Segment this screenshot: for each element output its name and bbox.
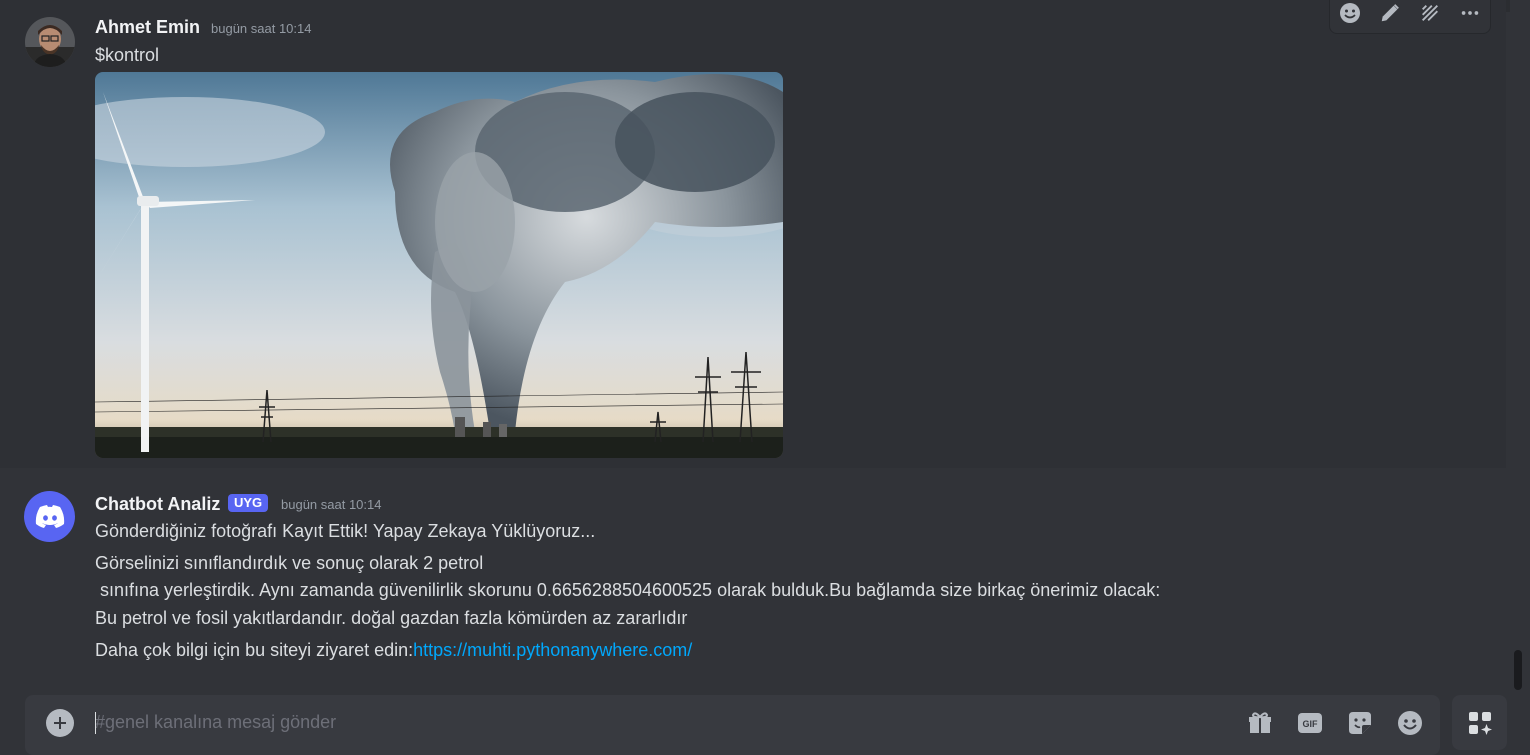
sticker-icon[interactable] [1345, 708, 1375, 738]
discord-logo-icon [35, 504, 64, 528]
link-prefix: Daha çok bilgi için bu siteyi ziyaret ed… [95, 640, 414, 660]
apps-icon[interactable] [1452, 695, 1507, 750]
svg-text:GIF: GIF [1303, 719, 1319, 729]
more-icon[interactable] [1455, 0, 1485, 28]
image-attachment[interactable] [95, 72, 783, 458]
gif-icon[interactable]: GIF [1295, 708, 1325, 738]
message-text-line: sınıfına yerleştirdik. Aynı zamanda güve… [95, 580, 1161, 600]
add-reaction-icon[interactable] [1335, 0, 1365, 28]
message-hover-toolbar [1329, 0, 1491, 34]
scrollbar-track[interactable] [1514, 0, 1526, 690]
thread-icon[interactable] [1415, 0, 1445, 28]
website-link[interactable]: https://muhti.pythonanywhere.com/ [413, 640, 692, 660]
add-icon[interactable] [46, 709, 74, 737]
avatar-chatbot-analiz[interactable] [24, 491, 75, 542]
message-text-line: Gönderdiğiniz fotoğrafı Kayıt Ettik! Yap… [95, 521, 596, 541]
gift-icon[interactable] [1245, 708, 1275, 738]
message-text-line: Daha çok bilgi için bu siteyi ziyaret ed… [95, 640, 692, 661]
emoji-icon[interactable] [1395, 708, 1425, 738]
username-chatbot-analiz[interactable]: Chatbot Analiz [95, 494, 220, 515]
edit-icon[interactable] [1375, 0, 1405, 28]
message-text-line: Görselinizi sınıflandırdık ve sonuç olar… [95, 553, 484, 573]
message-timestamp: bugün saat 10:14 [211, 21, 312, 36]
app-badge: UYG [228, 494, 269, 512]
avatar-ahmet-emin[interactable] [25, 17, 75, 67]
message-text: $kontrol [95, 45, 160, 65]
message-input[interactable] [95, 708, 1215, 736]
message-timestamp: bugün saat 10:14 [281, 497, 382, 512]
message-text-line: Bu petrol ve fosil yakıtlardandır. doğal… [95, 608, 688, 628]
text-caret [95, 712, 96, 734]
username-ahmet-emin[interactable]: Ahmet Emin [95, 17, 200, 38]
scrollbar-thumb[interactable] [1514, 650, 1522, 690]
